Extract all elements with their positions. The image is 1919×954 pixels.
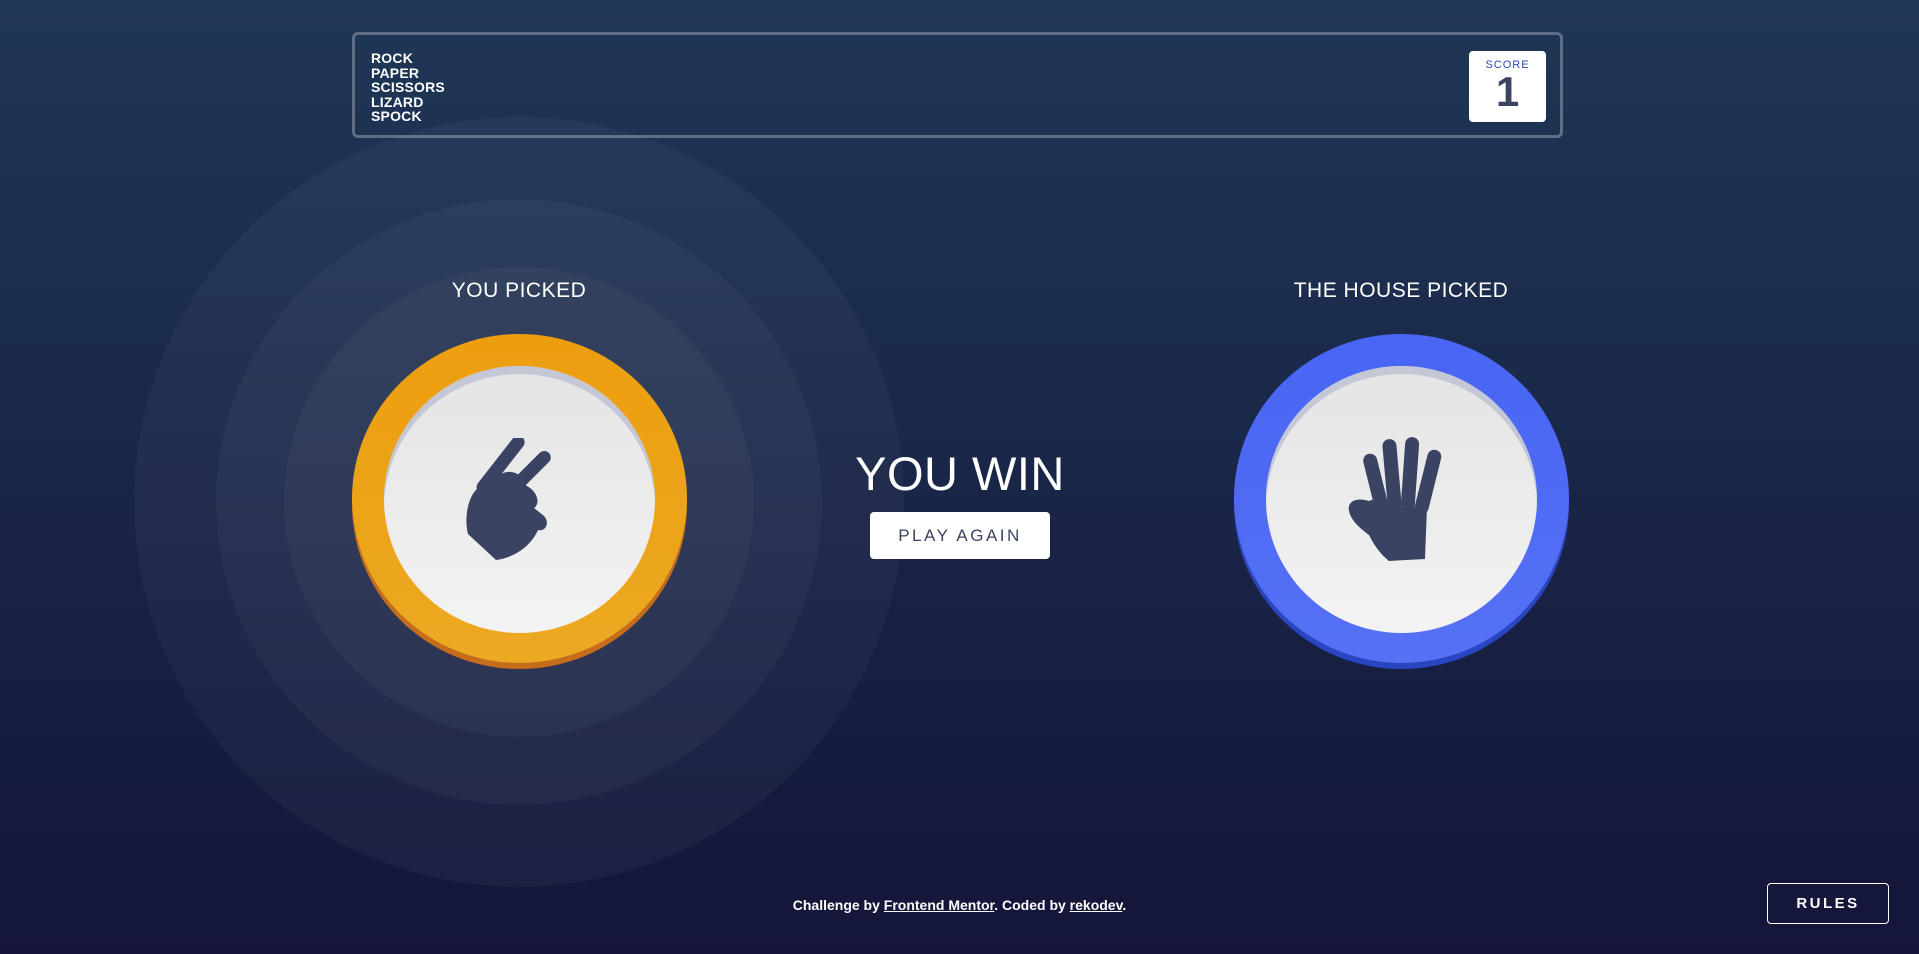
play-again-button[interactable]: PLAY AGAIN [870,512,1050,559]
rules-button[interactable]: RULES [1767,883,1889,924]
score-box: SCORE 1 [1469,51,1546,122]
token-face [384,366,655,633]
scissors-hand-icon [465,437,551,560]
paper-hand-icon [1348,436,1441,561]
user-pick-scissors-token [352,334,687,663]
score-value: 1 [1495,68,1520,115]
author-link[interactable]: rekodev [1070,897,1123,913]
title-line-lizard: LIZARD [371,93,424,110]
game-title: ROCK PAPER SCISSORS LIZARD SPOCK [371,51,445,124]
title-line-rock: ROCK [371,50,414,66]
you-picked-label: YOU PICKED [451,279,587,302]
result-text: YOU WIN [855,447,1065,500]
title-line-paper: PAPER [371,64,420,81]
title-line-spock: SPOCK [371,108,422,124]
attribution-suffix: . [1122,897,1127,913]
frontend-mentor-link[interactable]: Frontend Mentor [884,897,994,913]
result-panel: YOU WIN PLAY AGAIN [840,446,1080,559]
token-face [1266,366,1537,633]
attribution-prefix: Challenge by [792,897,884,913]
house-picked-label: THE HOUSE PICKED [1293,279,1509,302]
title-line-scissors: SCISSORS [371,79,445,95]
house-pick-paper-token [1234,334,1569,663]
attribution: Challenge by Frontend Mentor. Coded by r… [0,897,1919,913]
attribution-middle: . Coded by [994,897,1070,913]
